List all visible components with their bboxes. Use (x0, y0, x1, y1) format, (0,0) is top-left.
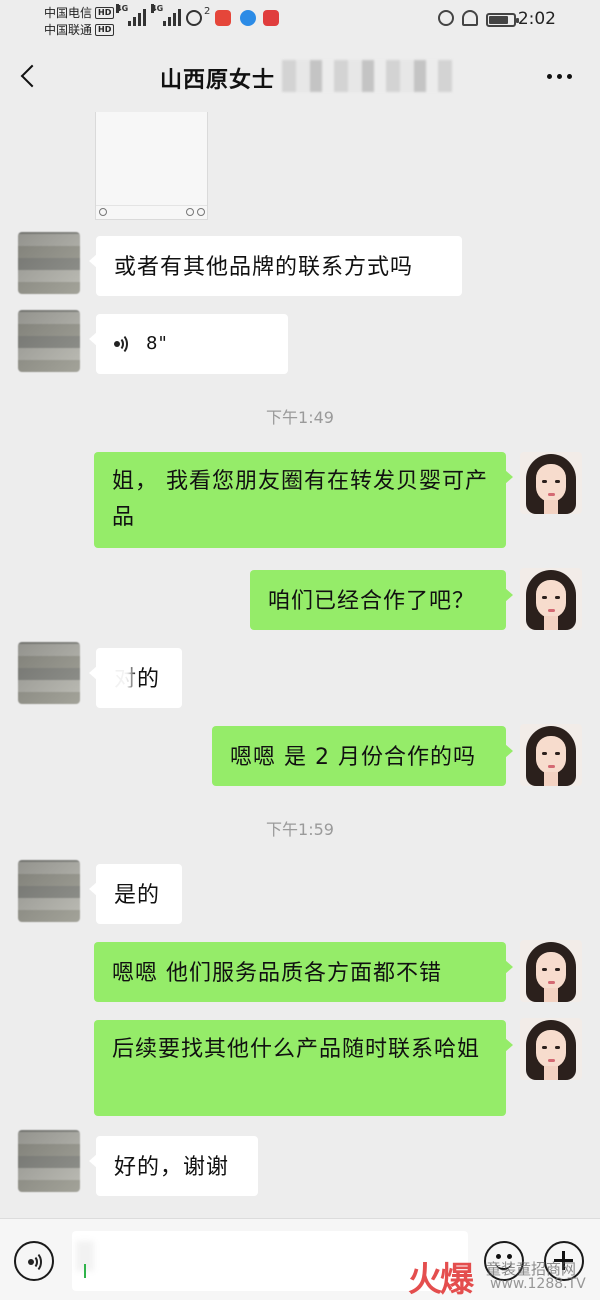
title-redaction (282, 60, 452, 92)
voice-icon (28, 1251, 46, 1273)
message-bubble-incoming[interactable]: 对的 (89, 648, 182, 708)
message-text: 嗯嗯 他们服务品质各方面都不错 (112, 961, 442, 986)
voice-input-button[interactable] (14, 1241, 54, 1281)
voice-duration: 8" (146, 333, 168, 354)
message-bubble-outgoing[interactable]: 姐， 我看您朋友圈有在转发贝婴可产品 (94, 452, 513, 548)
message-text: 咱们已经合作了吧？ (268, 589, 476, 614)
contact-avatar[interactable] (18, 232, 80, 294)
chat-header: 山西原女士 (0, 40, 600, 112)
battery-icon (486, 13, 519, 27)
timestamp: 下午1:59 (266, 820, 334, 839)
image-plus-icon (197, 208, 205, 216)
message-bubble-outgoing[interactable]: 嗯嗯 他们服务品质各方面都不错 (94, 942, 513, 1002)
message-text: 是的 (114, 883, 161, 908)
my-avatar[interactable] (520, 724, 582, 786)
signal-1-icon: 4G (116, 4, 146, 26)
message-bubble-incoming[interactable]: 或者有其他品牌的联系方式吗 (89, 236, 462, 296)
message-bubble-outgoing[interactable]: 嗯嗯 是 2 月份合作的吗 (212, 726, 513, 786)
signal-2-icon: 4G (151, 4, 181, 26)
contact-avatar[interactable] (18, 860, 80, 922)
message-text: 姐， 我看您朋友圈有在转发贝婴可产品 (112, 469, 488, 530)
alarm-icon (438, 10, 454, 26)
hotspot-icon (186, 10, 202, 26)
voice-message-bubble[interactable]: 8" (89, 314, 288, 374)
hd-badge: HD (95, 23, 115, 36)
redaction-smudge (108, 664, 132, 694)
carrier-1: 中国电信 HD (44, 4, 115, 21)
my-avatar[interactable] (520, 568, 582, 630)
contact-avatar[interactable] (18, 1130, 80, 1192)
carrier-1-label: 中国电信 (44, 6, 93, 20)
message-bubble-outgoing[interactable]: 咱们已经合作了吧？ (250, 570, 513, 630)
message-list[interactable]: 或者有其他品牌的联系方式吗 8" 下午1:49 姐， 我看您朋友圈有在转发贝婴可… (0, 112, 600, 1218)
my-avatar[interactable] (520, 452, 582, 514)
clock: 2:02 (517, 9, 556, 29)
reader-icon (263, 10, 279, 26)
message-bubble-incoming[interactable]: 是的 (89, 864, 182, 924)
message-text: 嗯嗯 是 2 月份合作的吗 (230, 745, 476, 770)
text-caret (84, 1264, 86, 1278)
network-1-label: 4G (116, 4, 129, 13)
timestamp: 下午1:49 (266, 408, 334, 427)
chat-title: 山西原女士 (160, 68, 276, 93)
image-footer (96, 205, 207, 219)
mute-icon (462, 10, 478, 26)
carrier-2-label: 中国联通 (44, 23, 93, 37)
more-options-button[interactable] (547, 74, 572, 79)
contact-avatar[interactable] (18, 310, 80, 372)
image-emoji-icon (186, 208, 194, 216)
message-text: 后续要找其他什么产品随时联系哈姐 (112, 1037, 481, 1062)
voice-wave-icon (114, 333, 132, 355)
watermark-logo: 火爆 (408, 1260, 474, 1300)
network-2-label: 4G (151, 4, 164, 13)
huawei-app-icon (215, 10, 231, 26)
watermark-url: www.1288.TV (490, 1276, 586, 1292)
status-bar: 中国电信 HD 中国联通 HD 4G 4G 2 2:02 (0, 0, 600, 40)
my-avatar[interactable] (520, 1018, 582, 1080)
message-bubble-outgoing[interactable]: 后续要找其他什么产品随时联系哈姐 (94, 1020, 513, 1116)
battery-fill (489, 16, 508, 24)
carrier-2: 中国联通 HD (44, 21, 115, 38)
message-bubble-incoming[interactable]: 好的，谢谢 (89, 1136, 258, 1196)
hd-badge: HD (95, 6, 115, 19)
contact-avatar[interactable] (18, 642, 80, 704)
hotspot-count: 2 (204, 6, 211, 17)
image-add-icon (99, 208, 107, 216)
message-text: 好的，谢谢 (114, 1155, 230, 1180)
back-button[interactable] (20, 62, 42, 92)
messenger-icon (240, 10, 256, 26)
message-text: 或者有其他品牌的联系方式吗 (114, 255, 414, 280)
image-message[interactable] (95, 112, 208, 220)
my-avatar[interactable] (520, 940, 582, 1002)
